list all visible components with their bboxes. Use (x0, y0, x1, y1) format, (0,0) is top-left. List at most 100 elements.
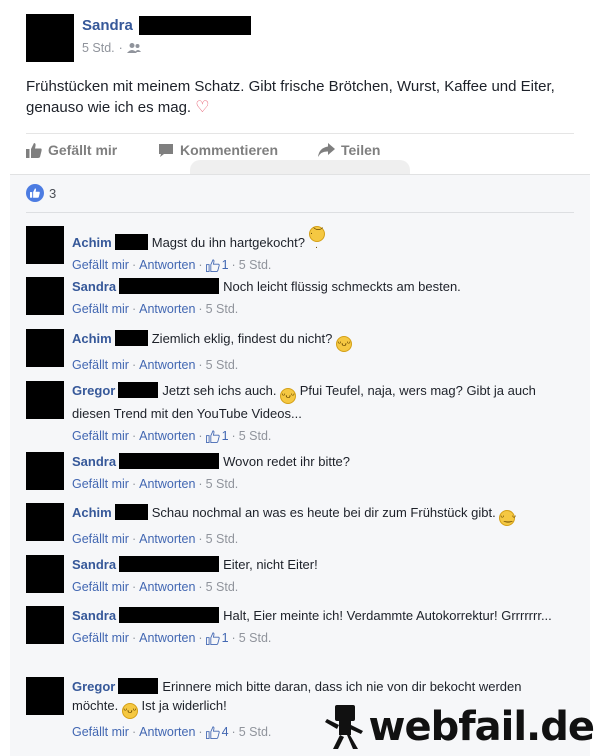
thumbs-up-outline-icon (205, 726, 220, 739)
comment-meta: Gefällt mir · Antworten · 1 · 5 Std. (72, 629, 572, 648)
comment-body: Achim Ziemlich eklig, findest du nicht? ᵕ… (72, 329, 572, 375)
comment-time[interactable]: 5 Std. (206, 578, 239, 597)
comment-like-count: 1 (221, 429, 229, 443)
comment-text-continued: Ist ja widerlich! (141, 698, 227, 713)
comment-reply-link[interactable]: Antworten (139, 530, 195, 549)
commenter-name[interactable]: Gregor (72, 679, 115, 694)
redaction-bar (119, 278, 220, 294)
comment-like-count: 4 (221, 725, 229, 739)
comment-reply-link[interactable]: Antworten (139, 356, 195, 375)
comment-likes[interactable]: 4 (205, 723, 229, 742)
commenter-name[interactable]: Gregor (72, 383, 115, 398)
commenter-avatar[interactable] (26, 606, 64, 644)
author-name[interactable]: Sandra (82, 17, 133, 34)
comment-meta: Gefällt mir · Antworten · 5 Std. (72, 300, 572, 319)
commenter-name[interactable]: Achim (72, 235, 112, 250)
commenter-avatar[interactable] (26, 329, 64, 367)
comment-time[interactable]: 5 Std. (239, 256, 272, 275)
webfail-wordmark: webfail.de (368, 704, 595, 750)
comment-likes[interactable]: 1 (205, 427, 229, 446)
like-button[interactable]: Gefällt mir (26, 142, 158, 158)
comment-like-link[interactable]: Gefällt mir (72, 723, 129, 742)
redaction-bar (118, 678, 159, 694)
comment-time[interactable]: 5 Std. (206, 530, 239, 549)
post-actions: Gefällt mir Kommentieren Teilen (26, 142, 574, 158)
redaction-bar (119, 556, 220, 572)
comment-like-link[interactable]: Gefällt mir (72, 300, 129, 319)
comment-text: Noch leicht flüssig schmeckts am besten. (223, 279, 461, 294)
comment-like-link[interactable]: Gefällt mir (72, 629, 129, 648)
comment-like-link[interactable]: Gefällt mir (72, 475, 129, 494)
comment-reply-link[interactable]: Antworten (139, 256, 195, 275)
commenter-name[interactable]: Sandra (72, 557, 116, 572)
reactions-summary[interactable]: 3 (26, 184, 56, 202)
comment-text: Wovon redet ihr bitte? (223, 454, 351, 469)
share-label: Teilen (341, 142, 381, 158)
comment-like-link[interactable]: Gefällt mir (72, 427, 129, 446)
comment-like-link[interactable]: Gefällt mir (72, 356, 129, 375)
comment-text: Jetzt seh ichs auch. (162, 383, 277, 398)
friends-icon (126, 43, 141, 53)
divider (26, 212, 574, 213)
commenter-avatar[interactable] (26, 677, 64, 715)
comment-time[interactable]: 5 Std. (239, 427, 272, 446)
commenter-name[interactable]: Achim (72, 505, 112, 520)
comment-time[interactable]: 5 Std. (206, 356, 239, 375)
comment-reply-link[interactable]: Antworten (139, 723, 195, 742)
comment-time[interactable]: 5 Std. (239, 723, 272, 742)
commenter-avatar[interactable] (26, 381, 64, 419)
comment-body: Gregor Jetzt seh ichs auch. ᵕᴗᵕ Pfui Teuf… (72, 381, 572, 446)
commenter-name[interactable]: Achim (72, 331, 112, 346)
post-meta: 5 Std. · (82, 41, 141, 55)
comment-button[interactable]: Kommentieren (158, 142, 318, 158)
commenter-name[interactable]: Sandra (72, 608, 116, 623)
post-text: Frühstücken mit meinem Schatz. Gibt fris… (26, 76, 574, 118)
like-reaction-icon (26, 184, 44, 202)
redaction-bar (119, 607, 220, 623)
comment-time[interactable]: 5 Std. (239, 629, 272, 648)
comment-meta: Gefällt mir · Antworten · 5 Std. (72, 356, 572, 375)
comment-icon (159, 143, 173, 157)
webfail-logo: webfail.de (324, 704, 595, 750)
comment-reply-link[interactable]: Antworten (139, 578, 195, 597)
share-icon (318, 143, 335, 157)
author-avatar[interactable] (26, 14, 74, 62)
comment-body: Achim Magst du ihn hartgekocht? ·︶· Gefäl… (72, 226, 572, 275)
comment-body: Achim Schau nochmal an was es heute bei d… (72, 503, 572, 549)
post-text-body: Frühstücken mit meinem Schatz. Gibt fris… (26, 78, 555, 116)
commenter-avatar[interactable] (26, 226, 64, 264)
share-button[interactable]: Teilen (318, 142, 380, 158)
comment-like-link[interactable]: Gefällt mir (72, 578, 129, 597)
commenter-avatar[interactable] (26, 555, 64, 593)
comment-reply-link[interactable]: Antworten (139, 475, 195, 494)
comment-reply-link[interactable]: Antworten (139, 300, 195, 319)
commenter-avatar[interactable] (26, 277, 64, 315)
commenter-avatar[interactable] (26, 452, 64, 490)
comment-time[interactable]: 5 Std. (206, 300, 239, 319)
commenter-name[interactable]: Sandra (72, 279, 116, 294)
commenter-name[interactable]: Sandra (72, 454, 116, 469)
commenter-avatar[interactable] (26, 503, 64, 541)
comment-like-link[interactable]: Gefällt mir (72, 256, 129, 275)
comment-meta: Gefällt mir · Antworten · 5 Std. (72, 530, 572, 549)
reaction-count: 3 (49, 185, 57, 201)
author-row: Sandra (82, 16, 251, 35)
redaction-bar (114, 234, 148, 250)
comment-reply-link[interactable]: Antworten (139, 427, 195, 446)
redaction-bar (114, 504, 148, 520)
comment-likes[interactable]: 1 (205, 256, 229, 275)
confused-emoji-icon: ·︶· (308, 226, 325, 253)
thumbs-up-outline-icon (205, 430, 220, 443)
comment-body: Sandra Wovon redet ihr bitte? Gefällt mir… (72, 452, 572, 494)
comment-like-link[interactable]: Gefällt mir (72, 530, 129, 549)
webfail-mascot-icon (324, 705, 363, 749)
post-time[interactable]: 5 Std. (82, 41, 115, 55)
redaction-bar (118, 382, 159, 398)
grin-emoji-icon: ᵕᴗᵕ (336, 336, 353, 352)
facebook-post: Sandra 5 Std. · Frühstücken mit meinem S… (0, 0, 600, 756)
comment-time[interactable]: 5 Std. (206, 475, 239, 494)
comment-body: Sandra Eiter, nicht Eiter! Gefällt mir · A… (72, 555, 572, 597)
comment-reply-link[interactable]: Antworten (139, 629, 195, 648)
comment-like-count: 1 (221, 258, 229, 272)
comment-likes[interactable]: 1 (205, 629, 229, 648)
